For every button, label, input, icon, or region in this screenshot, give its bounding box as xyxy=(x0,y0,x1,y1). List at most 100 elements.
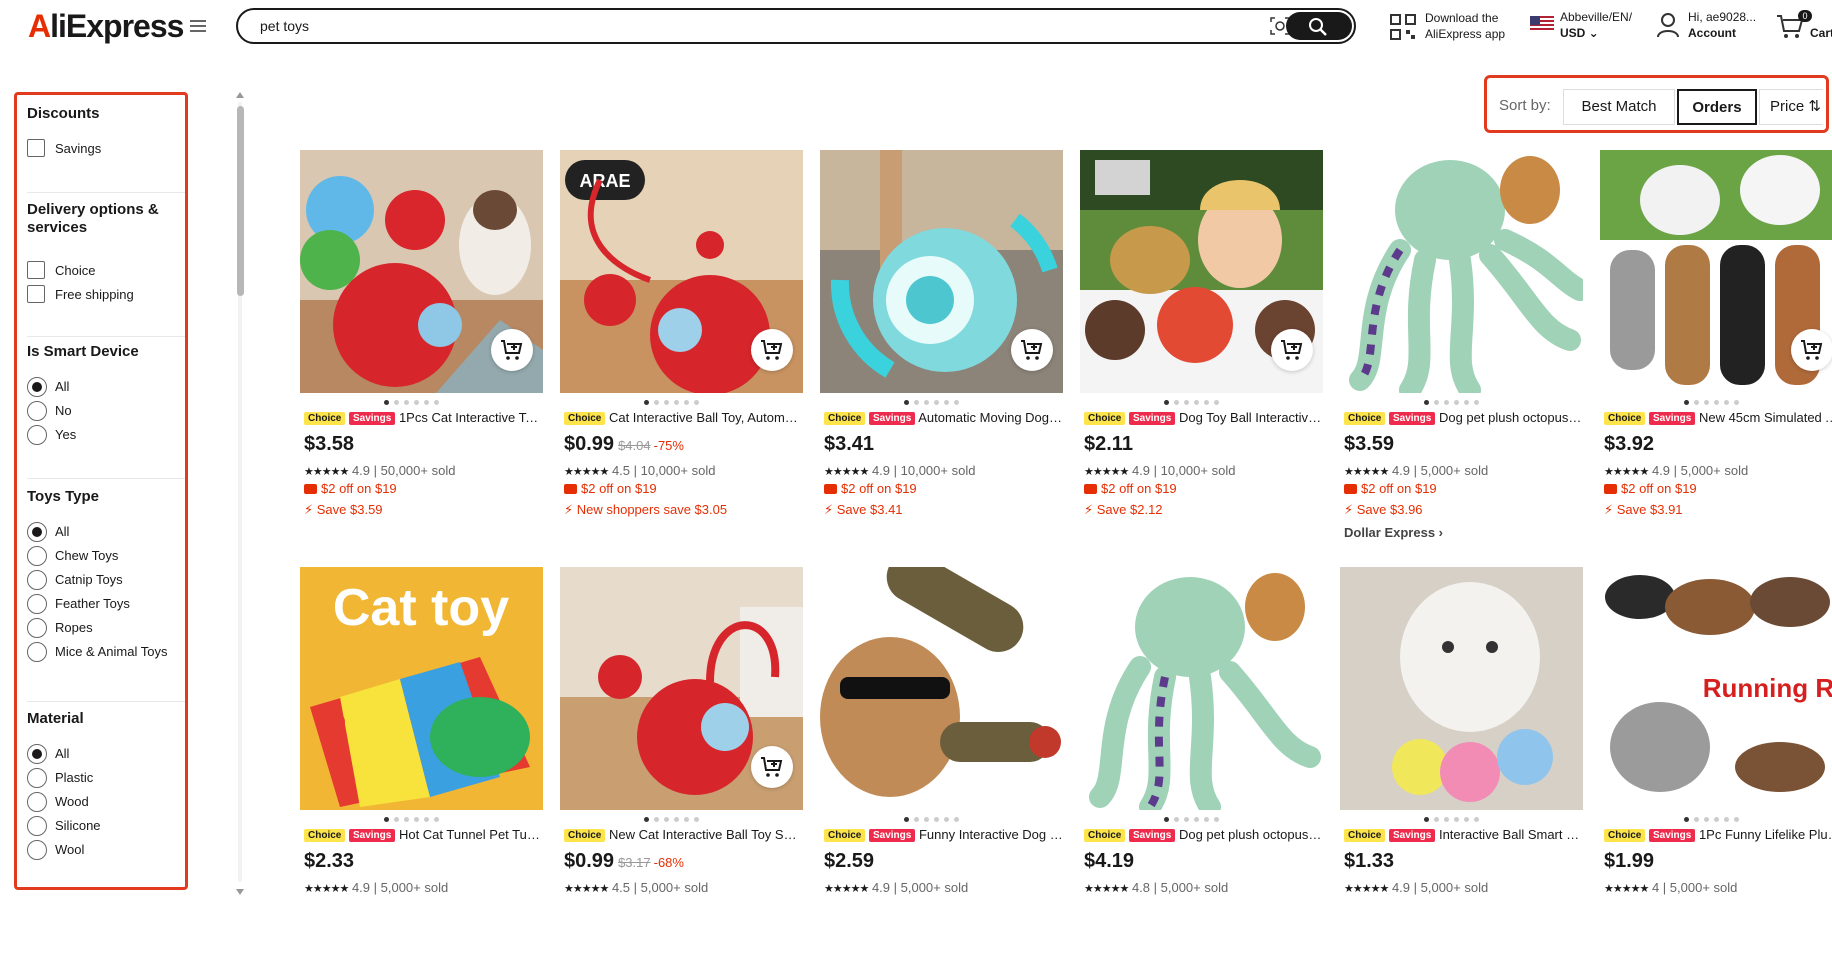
product-rating: ★★★★★ 4.5 | 10,000+ sold xyxy=(564,463,716,478)
sort-best-match[interactable]: Best Match xyxy=(1563,89,1675,125)
add-to-cart-button[interactable] xyxy=(491,329,533,371)
product-title-text: Automatic Moving Dog Toy Ball xyxy=(918,410,1063,425)
aliexpress-logo[interactable]: AliExpress xyxy=(28,8,184,45)
product-price: $2.33 xyxy=(304,850,355,872)
product-rating: ★★★★★ 4.8 | 5,000+ sold xyxy=(1084,880,1229,895)
product-title[interactable]: Choice Savings Dog Toy Ball Interactive … xyxy=(1084,410,1323,428)
sort-price[interactable]: Price ⇅ xyxy=(1759,89,1823,125)
search-button[interactable] xyxy=(1286,12,1352,40)
product-card[interactable]: Choice Savings Dog pet plush octopus toy… xyxy=(1340,150,1583,550)
product-card[interactable]: Choice Savings Funny Interactive Dog Che… xyxy=(820,567,1063,967)
rating-stars-icon: ★★★★★ xyxy=(1344,883,1389,895)
product-price: $3.41 xyxy=(824,433,875,455)
rating-stars-icon: ★★★★★ xyxy=(1084,466,1129,478)
add-to-cart-button[interactable] xyxy=(1011,329,1053,371)
qr-code-icon xyxy=(1390,14,1416,40)
image-carousel-dots[interactable] xyxy=(904,400,984,406)
product-rating: ★★★★★ 4.9 | 5,000+ sold xyxy=(1344,880,1489,895)
product-card[interactable]: ARAE Choice Cat Interactive Ball Toy, Aut… xyxy=(560,150,803,550)
image-carousel-dots[interactable] xyxy=(1164,817,1244,823)
product-image[interactable]: Cat toy xyxy=(300,567,543,810)
product-image[interactable] xyxy=(1340,567,1583,810)
image-carousel-dots[interactable] xyxy=(644,817,724,823)
product-title[interactable]: Choice Savings Funny Interactive Dog Che… xyxy=(824,827,1063,845)
image-carousel-dots[interactable] xyxy=(384,400,464,406)
product-card[interactable]: Choice Savings Dog Toy Ball Interactive … xyxy=(1080,150,1323,550)
image-carousel-dots[interactable] xyxy=(1424,400,1504,406)
product-rating: ★★★★★ 4.9 | 5,000+ sold xyxy=(1604,463,1749,478)
product-title[interactable]: Choice Savings Dog pet plush octopus toy xyxy=(1084,827,1323,845)
account-menu[interactable]: Hi, ae9028... Account xyxy=(1656,10,1776,46)
search-icon xyxy=(1309,18,1327,36)
search-input[interactable] xyxy=(260,16,1260,36)
image-carousel-dots[interactable] xyxy=(644,400,724,406)
product-image[interactable] xyxy=(820,567,1063,810)
product-card[interactable]: Choice New Cat Interactive Ball Toy Smar… xyxy=(560,567,803,967)
search-bar xyxy=(236,8,1356,44)
image-carousel-dots[interactable] xyxy=(1684,817,1764,823)
product-title[interactable]: Choice Savings 1Pc Funny Lifelike Plush … xyxy=(1604,827,1832,845)
product-image[interactable] xyxy=(1080,567,1323,810)
product-card[interactable]: Choice Savings 1Pcs Cat Interactive Toy … xyxy=(300,150,543,550)
product-title-text: Funny Interactive Dog Chew Toy xyxy=(918,827,1063,842)
sidebar-scrollbar[interactable] xyxy=(236,92,244,895)
image-carousel-dots[interactable] xyxy=(1684,400,1764,406)
product-title[interactable]: Choice Savings Dog pet plush octopus toy xyxy=(1344,410,1583,428)
save-text: ⚡ Save $2.12 xyxy=(1084,502,1163,517)
app-download-link[interactable]: Download the AliExpress app xyxy=(1390,10,1520,46)
product-price: $1.99 xyxy=(1604,850,1655,872)
product-title[interactable]: Choice Savings Interactive Ball Smart Ca… xyxy=(1344,827,1583,845)
add-to-cart-button[interactable] xyxy=(751,329,793,371)
sort-label: Sort by: xyxy=(1499,97,1551,114)
product-card[interactable]: Choice Savings New 45cm Simulated Animal… xyxy=(1600,150,1832,550)
menu-icon[interactable] xyxy=(190,20,206,34)
product-card[interactable]: Cat toy Choice Savings Hot Cat Tunnel Pet… xyxy=(300,567,543,967)
sort-orders[interactable]: Orders xyxy=(1677,89,1757,125)
cart-link[interactable]: 0 Cart xyxy=(1776,10,1832,46)
original-price: $3.17 xyxy=(618,855,651,870)
product-image[interactable]: Running Rat xyxy=(1600,567,1832,810)
product-title[interactable]: Choice Savings Automatic Moving Dog Toy … xyxy=(824,410,1063,428)
product-title[interactable]: Choice New Cat Interactive Ball Toy Smar… xyxy=(564,827,803,845)
image-carousel-dots[interactable] xyxy=(1164,400,1244,406)
product-rating: ★★★★★ 4.5 | 5,000+ sold xyxy=(564,880,709,895)
coupon-icon xyxy=(1344,484,1357,494)
product-rating: ★★★★★ 4 | 5,000+ sold xyxy=(1604,880,1738,895)
scroll-down-arrow-icon[interactable] xyxy=(236,889,244,895)
product-title[interactable]: Choice Savings 1Pcs Cat Interactive Toy … xyxy=(304,410,543,428)
filter-title: Material xyxy=(27,710,84,727)
rating-stars-icon: ★★★★★ xyxy=(1604,466,1649,478)
product-card[interactable]: Choice Savings Automatic Moving Dog Toy … xyxy=(820,150,1063,550)
product-rating: ★★★★★ 4.9 | 5,000+ sold xyxy=(1344,463,1489,478)
product-card[interactable]: Choice Savings Interactive Ball Smart Ca… xyxy=(1340,567,1583,967)
product-title[interactable]: Choice Savings New 45cm Simulated Animal… xyxy=(1604,410,1832,428)
image-carousel-dots[interactable] xyxy=(1424,817,1504,823)
image-carousel-dots[interactable] xyxy=(384,817,464,823)
dollar-express-link[interactable]: Dollar Express › xyxy=(1344,525,1443,540)
product-card[interactable]: Running Rat Choice Savings 1Pc Funny Life… xyxy=(1600,567,1832,967)
savings-tag: Savings xyxy=(1648,412,1696,425)
image-carousel-dots[interactable] xyxy=(904,817,984,823)
savings-tag: Savings xyxy=(348,412,396,425)
add-to-cart-button[interactable] xyxy=(1791,329,1832,371)
savings-tag: Savings xyxy=(868,829,916,842)
product-title[interactable]: Choice Savings Hot Cat Tunnel Pet Tube C… xyxy=(304,827,543,845)
filter-smart-device: Is Smart Device All No Yes xyxy=(27,343,185,479)
add-to-cart-button[interactable] xyxy=(751,746,793,788)
product-title[interactable]: Choice Cat Interactive Ball Toy, Automat… xyxy=(564,410,803,428)
product-card[interactable]: Choice Savings Dog pet plush octopus toy… xyxy=(1080,567,1323,967)
product-price: $0.99 $3.17 -68% xyxy=(564,850,684,872)
discount-percent: -68% xyxy=(653,855,684,870)
product-image[interactable] xyxy=(1340,150,1583,393)
product-price: $2.11 xyxy=(1084,433,1133,455)
choice-tag: Choice xyxy=(824,829,866,842)
savings-tag: Savings xyxy=(1388,829,1436,842)
filter-delivery: Delivery options & services Choice Free … xyxy=(27,201,185,337)
scroll-thumb[interactable] xyxy=(237,106,244,296)
scroll-up-arrow-icon[interactable] xyxy=(236,92,244,98)
region-selector[interactable]: Abbeville/EN/ USD ⌄ xyxy=(1530,10,1650,46)
add-to-cart-button[interactable] xyxy=(1271,329,1313,371)
add-to-cart-icon xyxy=(1021,340,1043,360)
product-rating: ★★★★★ 4.9 | 50,000+ sold xyxy=(304,463,456,478)
choice-tag: Choice xyxy=(304,829,346,842)
